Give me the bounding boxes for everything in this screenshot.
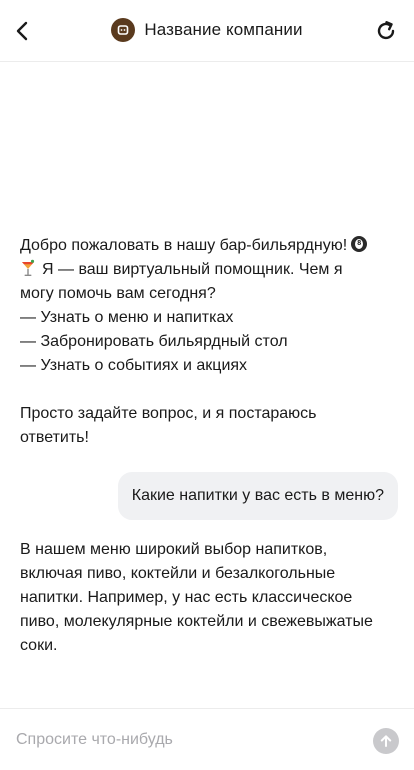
message-spacer [20,378,398,402]
message-line: соки. [20,637,58,654]
message-line: — Узнать о событиях и акциях [20,357,248,374]
arrow-up-icon [380,735,392,747]
refresh-button[interactable] [372,17,400,45]
chat-screen: Название компании Добро пожаловать в наш… [0,0,414,770]
cocktail-icon [22,259,35,276]
refresh-icon [377,21,395,40]
user-message: Какие напитки у вас есть в меню? [117,472,398,520]
message-line: пиво, молекулярные коктейли и свежевыжат… [20,613,373,630]
page-title: Название компании [144,20,303,39]
billiard-ball-icon [351,236,368,252]
message-line: Просто задайте вопрос, и я постараюсь [20,405,317,422]
message-line: В нашем меню широкий выбор напитков, [20,541,328,558]
message-line: напитки. Например, у нас есть классическ… [20,589,353,606]
message-line: — Узнать о меню и напитках [20,309,234,326]
header: Название компании [0,0,414,62]
message-line: — Забронировать бильярдный стол [20,333,288,350]
bot-message: В нашем меню широкий выбор напитков, вкл… [20,538,398,658]
message-list: Добро пожаловать в нашу бар-бильярдную! … [0,62,414,708]
message-line: могу помочь вам сегодня? [20,285,216,302]
send-button[interactable] [373,728,399,754]
message-line: ответить! [20,429,89,446]
message-line: Я — ваш виртуальный помощник. Чем я [42,261,343,278]
message-line: Добро пожаловать в нашу бар-бильярдную! [20,237,348,254]
message-input[interactable] [16,725,356,755]
company-logo-icon [111,18,136,42]
composer [0,708,414,770]
bot-message: Добро пожаловать в нашу бар-бильярдную! … [20,234,398,450]
message-line: включая пиво, коктейли и безалкогольные [20,565,336,582]
header-title-group: Название компании [0,18,414,42]
